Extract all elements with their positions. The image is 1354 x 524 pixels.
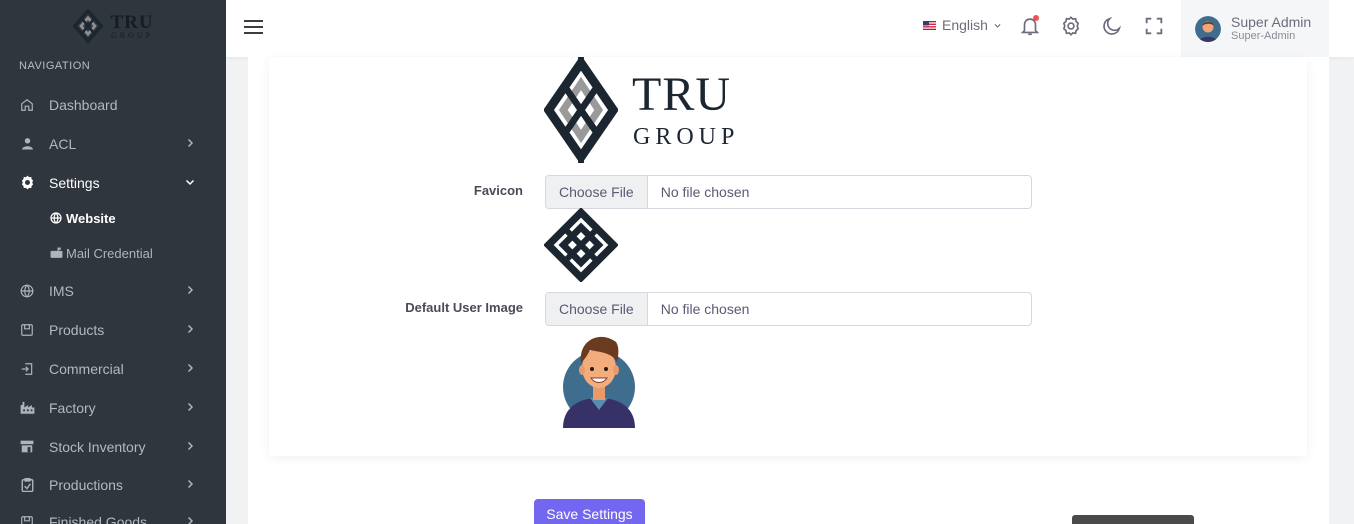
sidebar-item-ims[interactable]: IMS (0, 271, 226, 310)
sidebar-item-stock-inventory[interactable]: Stock Inventory (0, 427, 226, 466)
chevron-right-icon (187, 138, 194, 148)
choose-file-button[interactable]: Choose File (546, 176, 648, 208)
sidebar-subitem-mail-credential[interactable]: Mail Credential (50, 236, 153, 270)
sidebar-item-products[interactable]: Products (0, 310, 226, 349)
brand-sub: GROUP (110, 30, 154, 40)
default-user-image-label: Default User Image (405, 300, 523, 315)
sidebar-item-label: Commercial (49, 360, 124, 377)
mailbox-icon (50, 247, 63, 260)
user-icon (19, 136, 35, 152)
topbar: English Super Admin Super-Admin (226, 0, 1354, 57)
sidebar-item-label: Factory (49, 399, 96, 416)
sidebar-subitem-label: Website (66, 210, 116, 226)
sidebar-item-label: Settings (49, 174, 100, 191)
chevron-right-icon (187, 516, 194, 524)
sidebar-item-acl[interactable]: ACL (0, 124, 226, 163)
tru-knot-favicon-icon (543, 207, 619, 283)
factory-icon (19, 400, 35, 416)
chevron-right-icon (187, 324, 194, 334)
notification-dot (1033, 15, 1039, 21)
logo-sub: GROUP (633, 124, 740, 150)
tru-knot-logo-icon (544, 57, 618, 163)
sidebar-item-label: ACL (49, 135, 77, 152)
sidebar-item-factory[interactable]: Factory (0, 388, 226, 427)
floating-panel-tab[interactable] (1072, 515, 1194, 524)
box-icon (19, 322, 35, 338)
menu-toggle-icon[interactable] (244, 19, 263, 35)
language-dropdown[interactable]: English (923, 17, 1002, 33)
home-icon (19, 97, 35, 113)
sidebar-item-label: Products (49, 321, 105, 338)
chevron-right-icon (187, 285, 194, 295)
store-icon (19, 439, 35, 455)
user-name: Super Admin (1231, 14, 1312, 30)
us-flag-icon (923, 20, 936, 30)
gear-icon (1062, 16, 1080, 36)
sidebar-item-label: Productions (49, 476, 123, 493)
notification-bell-button[interactable] (1019, 15, 1041, 37)
sidebar-item-finished-goods[interactable]: Finished Goods (0, 502, 226, 524)
settings-card (269, 57, 1307, 456)
dark-mode-toggle[interactable] (1101, 15, 1123, 37)
expand-icon (1145, 17, 1163, 35)
moon-icon (1103, 16, 1122, 35)
favicon-label: Favicon (473, 183, 523, 198)
site-logo-preview: TRU GROUP (544, 57, 734, 165)
sidebar-item-dashboard[interactable]: Dashboard (0, 85, 226, 124)
sidebar-item-label: Finished Goods (49, 513, 148, 524)
user-menu[interactable]: Super Admin Super-Admin (1181, 0, 1329, 57)
sidebar-item-settings[interactable]: Settings (0, 163, 226, 202)
nav-heading: NAVIGATION (19, 60, 91, 72)
box-icon (19, 514, 35, 524)
sidebar-item-commercial[interactable]: Commercial (0, 349, 226, 388)
file-status: No file chosen (660, 184, 750, 200)
sidebar-item-label: IMS (49, 282, 74, 299)
choose-file-button[interactable]: Choose File (546, 293, 648, 325)
chevron-right-icon (187, 402, 194, 412)
chevron-right-icon (187, 363, 194, 373)
sidebar-subitem-website[interactable]: Website (50, 201, 116, 235)
globe-icon (50, 212, 63, 225)
user-avatar-illustration (563, 336, 635, 428)
chevron-down-icon (994, 23, 1001, 28)
language-label: English (942, 17, 988, 33)
chevron-right-icon (187, 441, 194, 451)
chevron-down-icon (185, 179, 195, 186)
logo-word: TRU (632, 68, 731, 121)
user-role: Super-Admin (1231, 30, 1296, 42)
globe-icon (19, 283, 35, 299)
clipboard-icon (19, 477, 35, 493)
gear-icon (19, 175, 35, 191)
sidebar-item-label: Dashboard (49, 96, 118, 113)
brand-word: TRU (110, 11, 154, 33)
save-settings-button[interactable]: Save Settings (534, 499, 645, 524)
settings-button[interactable] (1060, 15, 1082, 37)
fullscreen-button[interactable] (1143, 15, 1165, 37)
login-icon (19, 361, 35, 377)
sidebar: TRU GROUP NAVIGATION Dashboard ACL Setti… (0, 0, 226, 524)
tru-knot-logo-icon (72, 9, 104, 43)
sidebar-item-productions[interactable]: Productions (0, 465, 226, 504)
sidebar-subitem-label: Mail Credential (66, 245, 153, 261)
favicon-file-input[interactable]: Choose File No file chosen (545, 175, 1032, 209)
sidebar-logo[interactable]: TRU GROUP (0, 0, 226, 52)
default-user-image-preview (560, 330, 638, 430)
sidebar-item-label: Stock Inventory (49, 438, 146, 455)
default-user-image-file-input[interactable]: Choose File No file chosen (545, 292, 1032, 326)
favicon-preview (543, 207, 619, 283)
file-status: No file chosen (660, 301, 750, 317)
avatar (1195, 15, 1221, 42)
chevron-right-icon (187, 479, 194, 489)
